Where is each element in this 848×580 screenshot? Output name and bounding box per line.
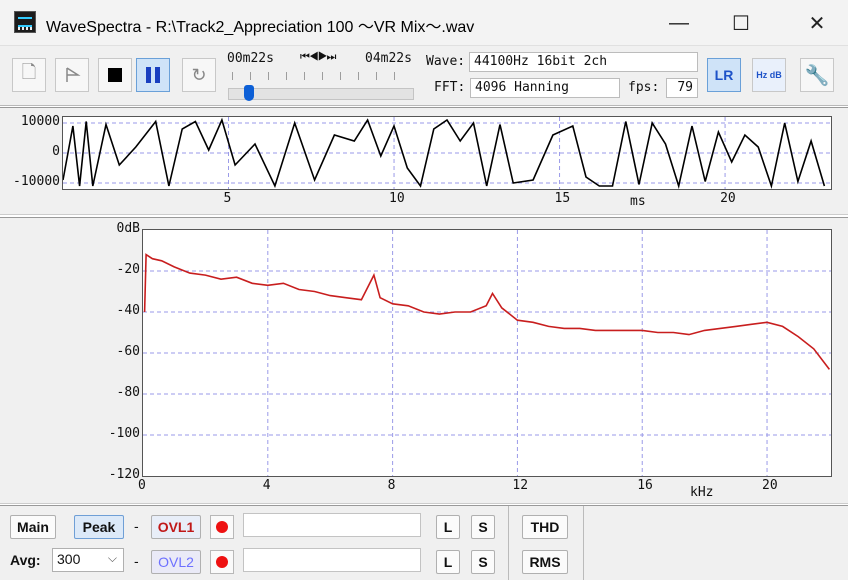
ovl2-button[interactable]: OVL2 [151, 550, 201, 574]
seek-ticks [232, 72, 410, 80]
loop-button[interactable]: ↻ [182, 58, 216, 92]
y-tick-label: 10000 [20, 114, 60, 129]
close-button[interactable]: ✕ [786, 0, 848, 46]
waveform-chart [62, 117, 831, 190]
total-time: 04m22s [365, 51, 412, 66]
channel-lr-icon: LR [714, 67, 734, 83]
y-tick-label: -120 [108, 467, 140, 482]
seek-slider[interactable] [228, 85, 414, 101]
spectrum-x-unit: kHz [690, 485, 714, 500]
avg-label: Avg: [10, 552, 41, 568]
bottom-controls: Main Peak - OVL1 L S Avg: 300 ⌵ - OVL2 L … [0, 505, 848, 580]
wave-label: Wave: [426, 54, 466, 69]
dash-separator: - [134, 518, 139, 534]
dash-separator: - [134, 553, 139, 569]
waveform-plot[interactable] [62, 116, 832, 190]
record-icon [216, 556, 228, 568]
channel-lr-button[interactable]: LR [707, 58, 741, 92]
record-icon [216, 521, 228, 533]
main-button[interactable]: Main [10, 515, 56, 539]
transport-arrows[interactable]: ⏮◀▶⏭ [300, 51, 336, 64]
x-tick-label: 8 [387, 478, 396, 493]
ovl1-button[interactable]: OVL1 [151, 515, 201, 539]
ovl2-name-field[interactable] [243, 548, 421, 572]
play-button[interactable] [55, 58, 89, 92]
y-tick-label: -10000 [13, 174, 60, 189]
stop-button[interactable] [98, 58, 132, 92]
toolbar: 🗋 ↻ 00m22s ⏮◀▶⏭ 04m22s Wave: 44100Hz 16b… [0, 46, 848, 106]
current-time: 00m22s [227, 51, 274, 66]
wave-format-value: 44100Hz 16bit 2ch [469, 52, 698, 72]
fft-setting-value: 4096 Hanning [470, 78, 620, 98]
x-tick-label: 15 [554, 191, 571, 206]
y-tick-label: -80 [116, 385, 140, 400]
open-file-button[interactable]: 🗋 [12, 58, 46, 92]
open-file-icon: 🗋 [21, 62, 37, 82]
seek-thumb[interactable] [244, 85, 255, 101]
y-tick-label: -20 [116, 262, 140, 277]
hz-db-scale-button[interactable]: Hz dB [752, 58, 786, 92]
y-tick-label: -60 [116, 344, 140, 359]
y-tick-label: -100 [108, 426, 140, 441]
x-tick-label: 16 [637, 478, 653, 493]
chevron-down-icon: ⌵ [107, 551, 117, 565]
pause-button[interactable] [136, 58, 170, 92]
x-tick-label: 10 [389, 191, 405, 206]
x-tick-label: 0 [138, 478, 146, 493]
spectrum-panel: kHz 0dB -20 -40 -60 -80 -100 -120 0 4 8 12 16 20 [0, 217, 848, 504]
ovl1-save-button[interactable]: S [471, 515, 495, 539]
ovl2-load-button[interactable]: L [436, 550, 460, 574]
ovl1-name-field[interactable] [243, 513, 421, 537]
stop-icon [108, 68, 122, 82]
fps-label: fps: [628, 80, 660, 95]
x-tick-label: 4 [262, 478, 271, 493]
fps-value: 79 [666, 78, 698, 98]
title-bar: WaveSpectra - R:\Track2_Appreciation 100… [0, 0, 848, 46]
divider [508, 506, 509, 580]
rms-button[interactable]: RMS [522, 550, 568, 574]
maximize-button[interactable]: ☐ [710, 0, 772, 46]
peak-button[interactable]: Peak [74, 515, 124, 539]
ovl1-load-button[interactable]: L [436, 515, 460, 539]
minimize-button[interactable]: — [648, 0, 710, 46]
y-tick-label: -40 [116, 303, 140, 318]
x-tick-label: 5 [223, 191, 232, 206]
ovl2-record-button[interactable] [210, 550, 234, 574]
window-title: WaveSpectra - R:\Track2_Appreciation 100… [46, 19, 475, 36]
waveform-x-unit: ms [630, 194, 646, 209]
x-tick-label: 20 [762, 478, 778, 493]
hz-db-scale-icon: Hz dB [756, 69, 782, 80]
y-tick-label: 0dB [116, 221, 140, 236]
x-tick-label: 20 [720, 191, 736, 206]
ovl2-save-button[interactable]: S [471, 550, 495, 574]
avg-select[interactable]: 300 ⌵ [52, 548, 124, 572]
settings-button[interactable]: 🔧 [800, 58, 834, 92]
thd-button[interactable]: THD [522, 515, 568, 539]
ovl1-record-button[interactable] [210, 515, 234, 539]
x-tick-label: 12 [512, 478, 529, 493]
spectrum-chart [143, 230, 831, 476]
play-icon [66, 67, 81, 82]
waveform-panel: ms 10000 0 -10000 5 10 15 20 [0, 107, 848, 215]
fft-label: FFT: [434, 80, 466, 95]
avg-value: 300 [57, 551, 81, 567]
loop-icon: ↻ [191, 64, 207, 85]
spectrum-plot[interactable] [142, 229, 832, 477]
y-tick-label: 0 [52, 144, 60, 159]
wrench-icon: 🔧 [804, 64, 830, 87]
pause-icon [146, 67, 160, 83]
divider [583, 506, 584, 580]
app-icon [14, 11, 36, 33]
